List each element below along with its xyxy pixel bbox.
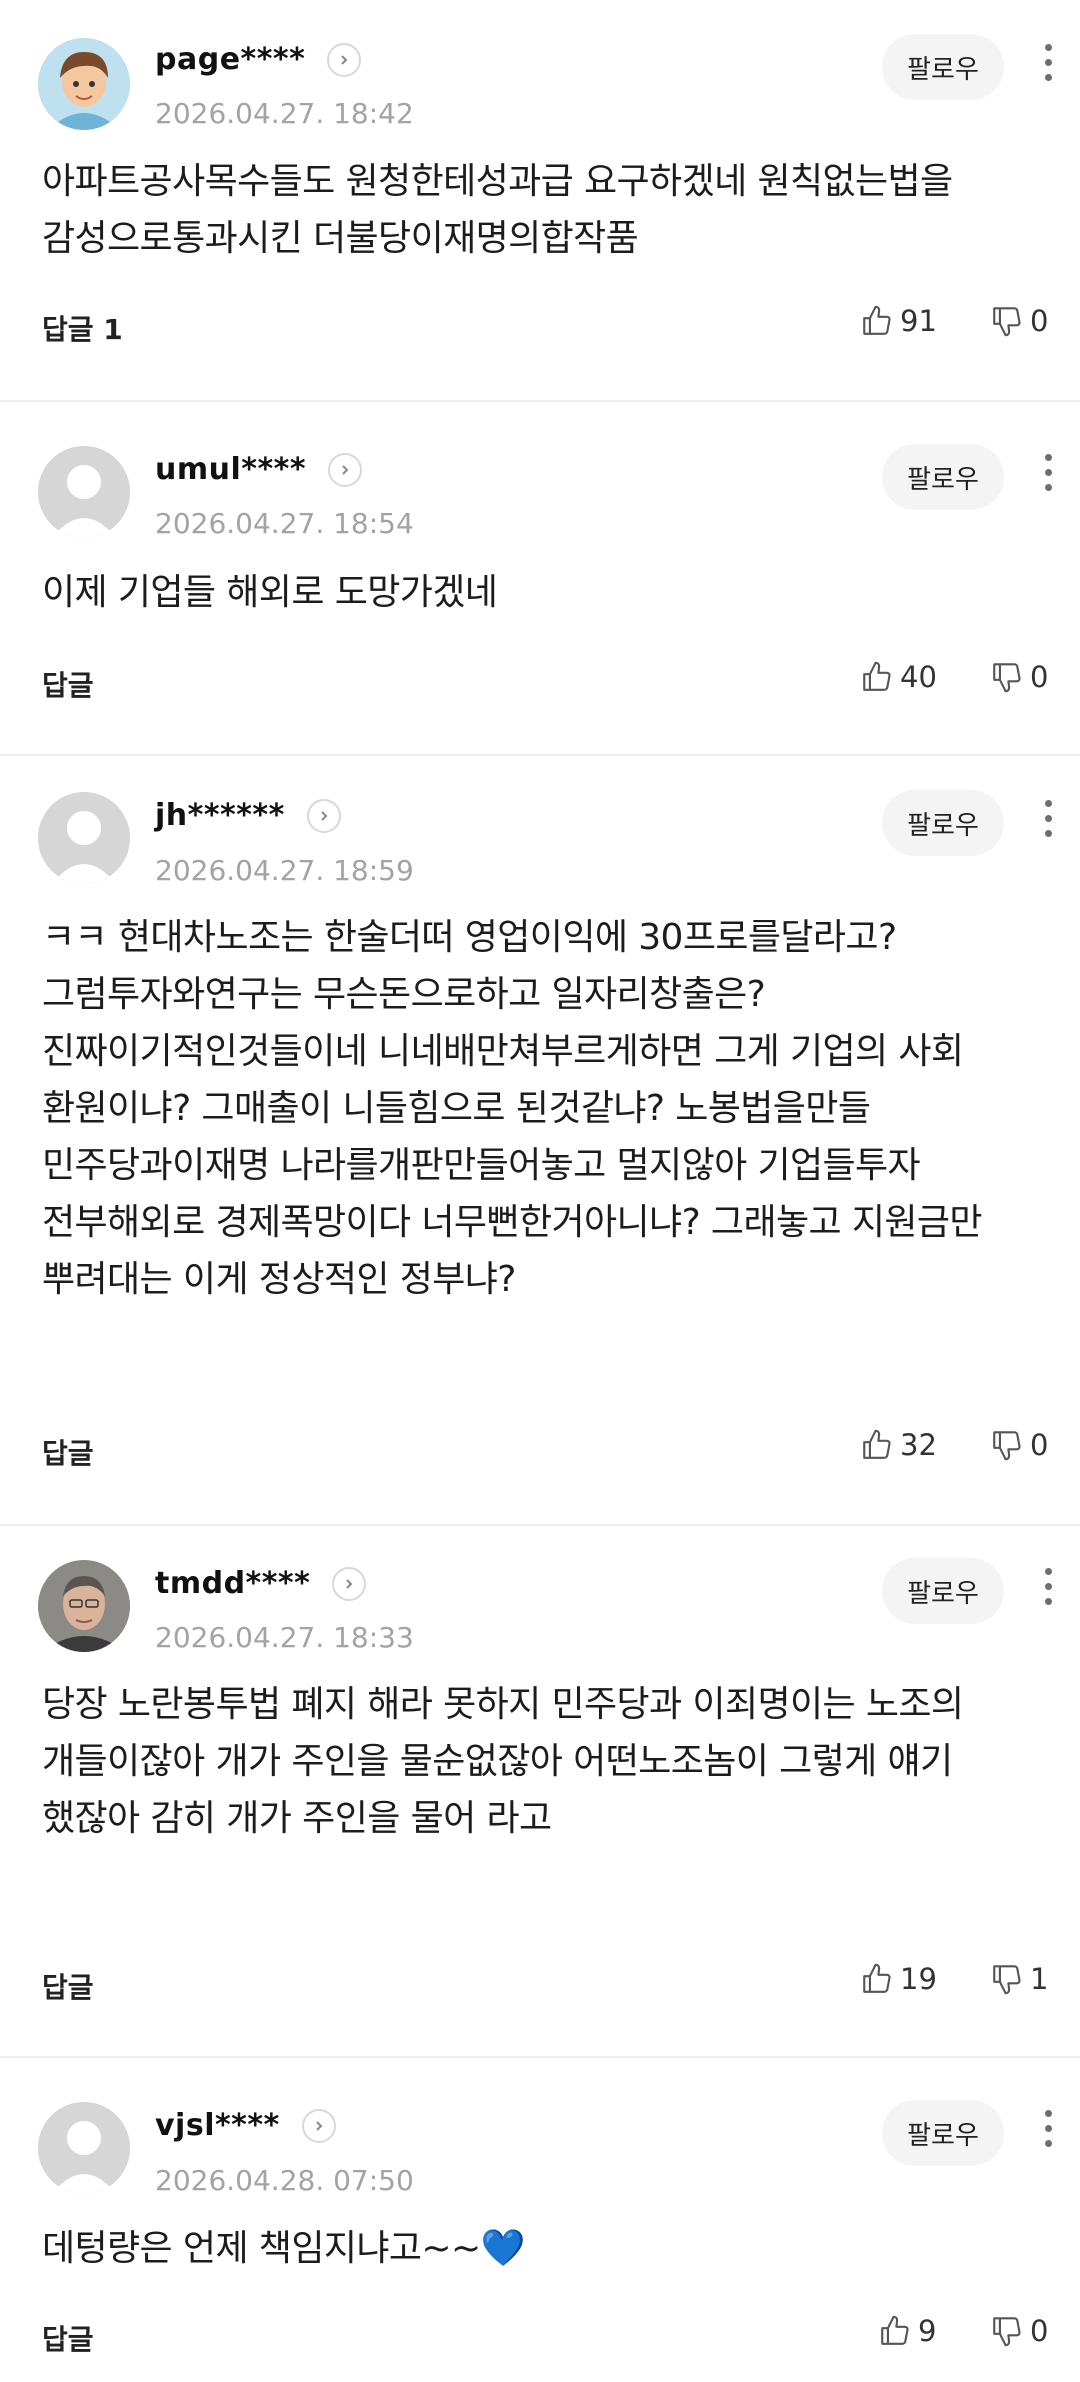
nickname-row[interactable]: vjsl****: [155, 2108, 336, 2143]
follow-button[interactable]: 팔로우: [882, 790, 1004, 856]
comment-text: 당장 노란봉투법 폐지 해라 못하지 민주당과 이죄명이는 노조의 개들이잖아 …: [42, 1684, 964, 1839]
comment-item: umul**** 2026.04.27. 18:54 팔로우 이제 기업들 해외…: [0, 402, 1080, 756]
comment-date: 2026.04.27. 18:42: [155, 97, 414, 130]
thumbs-down-icon: [993, 307, 1021, 337]
dislike-button[interactable]: 1: [990, 1962, 1048, 1996]
dislike-button[interactable]: 0: [990, 2314, 1048, 2348]
nickname[interactable]: page****: [155, 42, 305, 77]
photo-avatar[interactable]: [38, 1560, 130, 1652]
reply-button[interactable]: 답글: [42, 1966, 94, 2006]
nickname[interactable]: tmdd****: [155, 1566, 310, 1601]
like-count: 19: [900, 1962, 937, 1996]
chevron-right-icon[interactable]: [332, 1566, 367, 1601]
comment-date: 2026.04.27. 18:59: [155, 854, 414, 887]
dislike-count: 0: [1030, 660, 1049, 694]
nickname[interactable]: umul****: [155, 452, 306, 487]
chevron-right-icon[interactable]: [328, 452, 363, 487]
comment-date: 2026.04.28. 07:50: [155, 2164, 414, 2197]
more-vertical-icon[interactable]: [1036, 44, 1060, 89]
like-button[interactable]: 40: [860, 660, 937, 694]
more-vertical-icon[interactable]: [1036, 1568, 1060, 1613]
thumbs-down-icon: [993, 2317, 1021, 2347]
dislike-count: 1: [1030, 1962, 1049, 1996]
dislike-count: 0: [1030, 1428, 1049, 1462]
comment-item: page**** 2026.04.27. 18:42 팔로우 아파트공사목수들도…: [0, 0, 1080, 402]
follow-button[interactable]: 팔로우: [882, 1558, 1004, 1624]
comment-text: 이제 기업들 해외로 도망가겠네: [42, 572, 498, 613]
comment-date: 2026.04.27. 18:33: [155, 1621, 414, 1654]
reply-button[interactable]: 답글 1: [42, 308, 123, 348]
reply-button[interactable]: 답글: [42, 2318, 94, 2358]
follow-button[interactable]: 팔로우: [882, 2100, 1004, 2166]
chevron-right-icon[interactable]: [301, 2108, 336, 2143]
nickname-row[interactable]: tmdd****: [155, 1566, 367, 1601]
comment-text: 아파트공사목수들도 원청한테성과급 요구하겠네 원칙없는법을 감성으로통과시킨 …: [42, 161, 953, 259]
dislike-button[interactable]: 0: [990, 1428, 1048, 1462]
like-button[interactable]: 9: [878, 2314, 936, 2348]
thumbs-down-icon: [993, 1431, 1021, 1461]
like-button[interactable]: 32: [860, 1428, 937, 1462]
dislike-count: 0: [1030, 304, 1049, 338]
comment-text: ㅋㅋ 현대차노조는 한술더떠 영업이익에 30프로를달라고? 그럼투자와연구는 …: [42, 917, 983, 1300]
nickname-row[interactable]: jh******: [155, 798, 341, 833]
chevron-right-icon[interactable]: [327, 42, 362, 77]
follow-button[interactable]: 팔로우: [882, 444, 1004, 510]
cartoon-avatar[interactable]: [38, 38, 130, 130]
reply-button[interactable]: 답글: [42, 1432, 94, 1472]
comment-item: jh****** 2026.04.27. 18:59 팔로우 ㅋㅋ 현대차노조는…: [0, 756, 1080, 1526]
like-button[interactable]: 91: [860, 304, 937, 338]
chevron-right-icon[interactable]: [306, 798, 341, 833]
thumbs-up-icon: [863, 1429, 891, 1459]
nickname[interactable]: vjsl****: [155, 2108, 280, 2143]
like-button[interactable]: 19: [860, 1962, 937, 1996]
follow-button[interactable]: 팔로우: [882, 34, 1004, 100]
like-count: 9: [918, 2314, 937, 2348]
thumbs-up-icon: [863, 661, 891, 691]
thumbs-down-icon: [993, 663, 1021, 693]
dislike-button[interactable]: 0: [990, 660, 1048, 694]
default-avatar[interactable]: [38, 2102, 130, 2194]
thumbs-up-icon: [881, 2315, 909, 2345]
more-vertical-icon[interactable]: [1036, 2110, 1060, 2155]
more-vertical-icon[interactable]: [1036, 454, 1060, 499]
thumbs-down-icon: [993, 1965, 1021, 1995]
nickname-row[interactable]: umul****: [155, 452, 363, 487]
dislike-count: 0: [1030, 2314, 1049, 2348]
reply-button[interactable]: 답글: [42, 664, 94, 704]
comment-text: 데텅량은 언제 책임지냐고~~💙: [42, 2228, 525, 2269]
comment-item: tmdd**** 2026.04.27. 18:33 팔로우 당장 노란봉투법 …: [0, 1526, 1080, 2058]
default-avatar[interactable]: [38, 792, 130, 884]
nickname-row[interactable]: page****: [155, 42, 362, 77]
default-avatar[interactable]: [38, 446, 130, 538]
like-count: 40: [900, 660, 937, 694]
comment-item: vjsl**** 2026.04.28. 07:50 팔로우 데텅량은 언제 책…: [0, 2058, 1080, 2382]
comment-date: 2026.04.27. 18:54: [155, 507, 414, 540]
dislike-button[interactable]: 0: [990, 304, 1048, 338]
thumbs-up-icon: [863, 1963, 891, 1993]
thumbs-up-icon: [863, 305, 891, 335]
like-count: 91: [900, 304, 937, 338]
like-count: 32: [900, 1428, 937, 1462]
nickname[interactable]: jh******: [155, 798, 285, 833]
more-vertical-icon[interactable]: [1036, 800, 1060, 845]
